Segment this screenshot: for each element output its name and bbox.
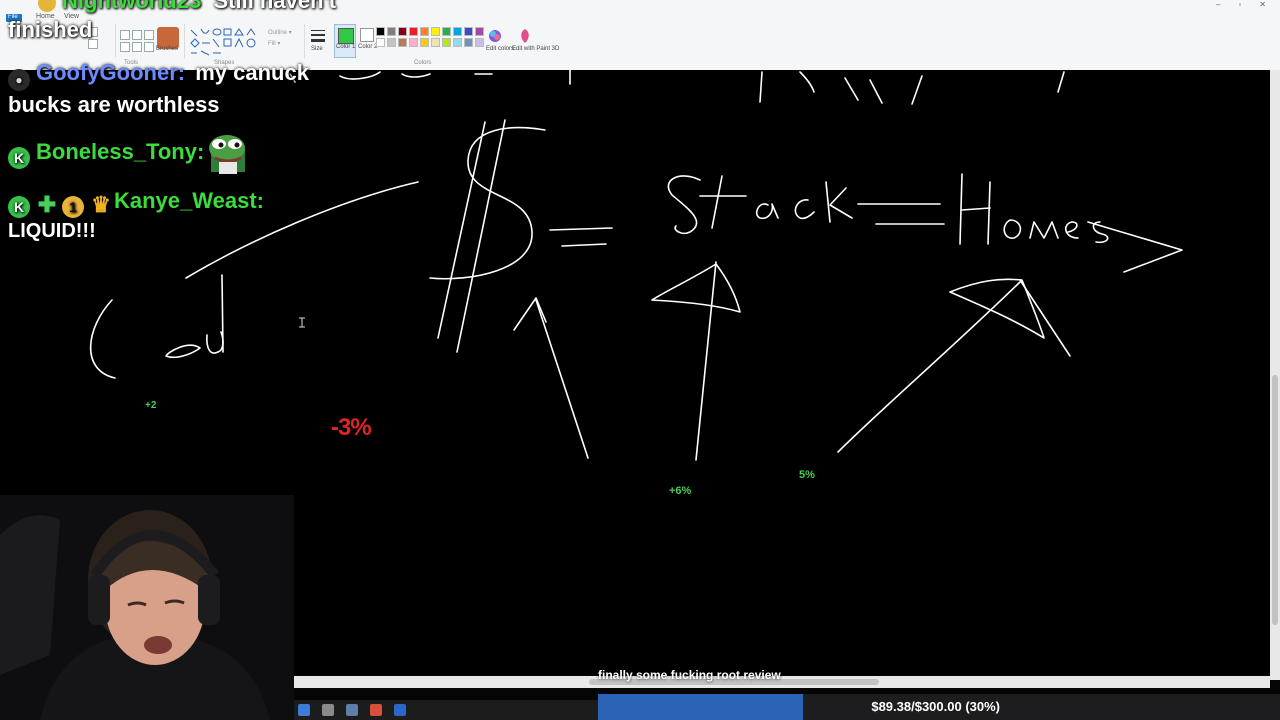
crown-badge-icon: ♛ <box>91 192 111 217</box>
app-icon[interactable] <box>346 704 358 716</box>
vertical-scrollbar[interactable] <box>1270 70 1280 680</box>
chat-message: ● GoofyGooner: my canuck <box>8 60 309 91</box>
chat-message: K ✚ 1 ♛ Kanye_Weast: <box>8 188 264 218</box>
chat-message-text: Still haven't <box>213 0 337 13</box>
scroll-thumb[interactable] <box>1272 375 1278 625</box>
letter-s <box>667 175 701 235</box>
arrow3-shaft <box>837 281 1021 453</box>
k-badge-icon: K <box>8 147 30 169</box>
text-cursor-icon <box>299 317 305 328</box>
letter-c <box>89 299 116 379</box>
letter-m <box>1029 221 1059 239</box>
letter-k-arms <box>829 187 853 219</box>
plus-badge-icon: ✚ <box>37 192 57 217</box>
app-icon[interactable] <box>322 704 334 716</box>
chat-fragment: finished <box>8 17 93 42</box>
tier-badge-icon: 1 <box>62 196 84 218</box>
stroke-top-6 <box>759 71 763 103</box>
equals-bottom <box>561 243 607 247</box>
goal-text: $89.38/$300.00 (30%) <box>871 699 1000 714</box>
pct-plus6: +6% <box>669 485 692 497</box>
letter-h-bar <box>961 207 991 211</box>
letter-a2 <box>755 203 779 220</box>
donation-goal-bar: $89.38/$300.00 (30%) <box>598 694 1280 720</box>
letter-k-stem <box>825 181 831 223</box>
stroke-top-8 <box>844 77 859 101</box>
chat-message-text: LIQUID!!! <box>8 220 96 242</box>
chat-username: Nightworld23 <box>62 0 202 13</box>
letter-c2 <box>794 199 815 220</box>
stroke-top-9 <box>869 79 883 104</box>
chat-username: Boneless_Tony: <box>36 139 205 164</box>
letter-h-2 <box>987 181 991 245</box>
chat-message: K Boneless_Tony: <box>8 139 204 169</box>
arrow2-shaft <box>695 261 717 461</box>
sub-badge-icon <box>38 0 56 12</box>
browser-icon[interactable] <box>370 704 382 716</box>
stroke-top-7 <box>799 71 815 93</box>
chat-username: Kanye_Weast: <box>114 188 264 213</box>
letter-e <box>1065 221 1079 239</box>
arrow2-head <box>651 263 741 313</box>
chat-message-line2: bucks are worthless <box>8 92 220 117</box>
mouth <box>144 636 172 654</box>
goal-progress-fill <box>598 694 803 720</box>
pct-minus3: -3% <box>331 414 372 441</box>
letter-n <box>206 331 224 354</box>
arrow-right <box>1087 221 1183 273</box>
equals-top <box>549 227 613 231</box>
stream-caption: finally some fucking root review <box>598 668 781 682</box>
dollar-bar-1 <box>437 121 486 339</box>
arrow3-tail <box>1019 279 1071 357</box>
arrow1-shaft <box>535 299 589 459</box>
chat-username: GoofyGooner: <box>36 60 186 85</box>
webcam-feed <box>0 495 294 720</box>
stroke-top-2 <box>401 73 431 78</box>
pct-plus2: +2 <box>145 400 157 411</box>
vscode-icon[interactable] <box>394 704 406 716</box>
headphone-right <box>198 575 220 625</box>
letter-o <box>1003 219 1022 239</box>
stroke-line <box>221 274 224 353</box>
pepe-emote-icon <box>209 135 245 174</box>
headphone-left <box>88 575 110 625</box>
pct-5: 5% <box>799 469 815 481</box>
arrow3-head <box>949 278 1045 339</box>
user-avatar-icon: ● <box>8 69 30 91</box>
stroke-top-1 <box>339 71 381 80</box>
letter-h-1 <box>959 173 963 245</box>
letter-a <box>165 344 201 359</box>
steam-icon[interactable] <box>298 704 310 716</box>
stroke-top-11 <box>1057 71 1065 93</box>
chat-top-message: Nightworld23 Still haven't <box>38 0 336 14</box>
dollar-bar-2 <box>456 119 506 353</box>
chat-message-text: my canuck <box>195 60 309 85</box>
letter-t-stem <box>711 175 723 229</box>
k-badge-icon: K <box>8 196 30 218</box>
horizontal-scrollbar[interactable] <box>294 676 1270 688</box>
stroke-top-10 <box>911 75 923 105</box>
